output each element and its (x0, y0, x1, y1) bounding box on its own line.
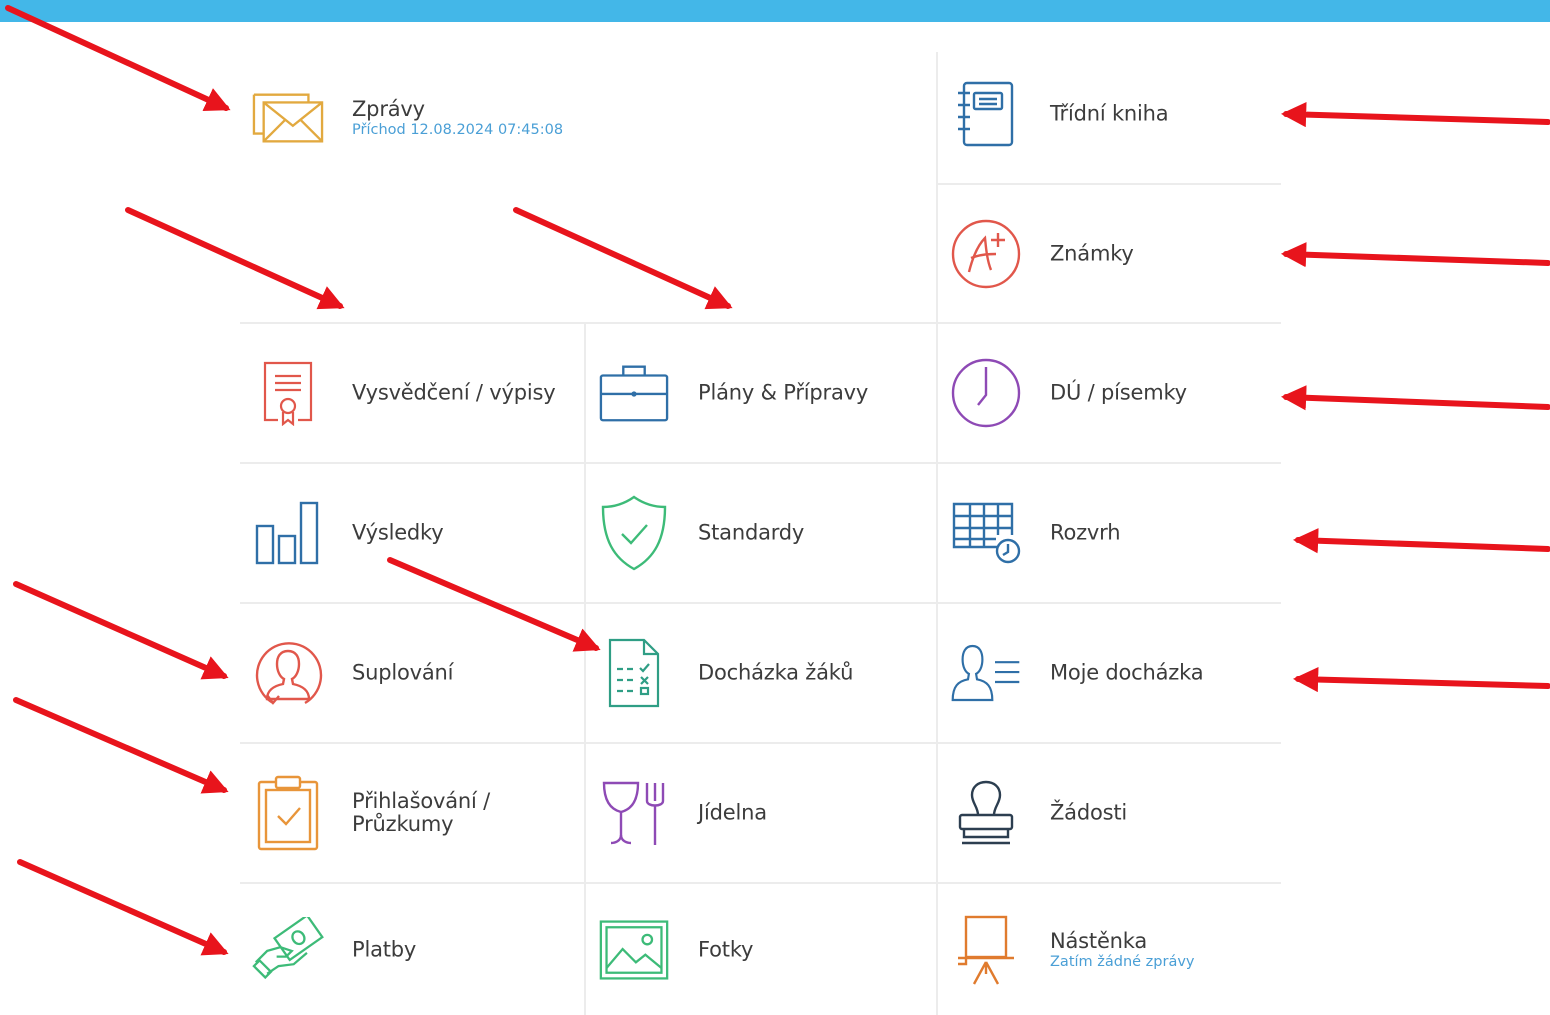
arrow (513, 207, 733, 310)
top-bar (0, 0, 1550, 22)
grade-a-plus-icon (950, 214, 1022, 294)
board-status: Zatím žádné zprávy (1050, 953, 1195, 970)
bar-chart-icon (252, 493, 324, 573)
timetable-icon (950, 493, 1022, 573)
arrow (1292, 528, 1550, 554)
tile-zadosti[interactable]: Žádosti (938, 744, 1281, 882)
tile-label-line2: Průzkumy (352, 812, 454, 836)
arrow (17, 859, 229, 956)
easel-board-icon (950, 910, 1022, 990)
tile-zpravy[interactable]: Zprávy Příchod 12.08.2024 07:45:08 (240, 48, 840, 188)
tile-plany[interactable]: Plány & Přípravy (586, 324, 936, 462)
tile-label: Platby (352, 936, 417, 961)
tile-label: Standardy (698, 520, 805, 545)
tile-label: Fotky (698, 936, 754, 961)
tile-platby[interactable]: Platby (240, 884, 584, 1015)
tile-label: Plány & Přípravy (698, 380, 869, 405)
tile-label: Žádosti (1050, 800, 1128, 825)
tile-label-line1: Přihlašování / (352, 788, 490, 813)
tile-suplovani[interactable]: Suplování (240, 604, 584, 742)
tile-prihlasovani[interactable]: Přihlašování / Průzkumy (240, 744, 584, 882)
attendance-sheet-icon (598, 633, 670, 713)
envelope-icon (252, 78, 324, 158)
glass-fork-icon (598, 773, 670, 853)
tile-label: Zprávy (352, 96, 425, 121)
tile-label: Výsledky (352, 520, 444, 545)
arrow (13, 581, 229, 680)
tile-label: Docházka žáků (698, 660, 854, 685)
tile-jidelna[interactable]: Jídelna (586, 744, 936, 882)
tile-tridni-kniha[interactable]: Třídní kniha (938, 45, 1281, 183)
arrow (5, 5, 231, 112)
arrival-time: Příchod 12.08.2024 07:45:08 (352, 122, 564, 139)
tile-dochazka-zaku[interactable]: Docházka žáků (586, 604, 936, 742)
arrow (1292, 666, 1550, 693)
tile-label: Rozvrh (1050, 520, 1121, 545)
tile-label: Známky (1050, 240, 1134, 265)
tile-vysvedceni[interactable]: Vysvědčení / výpisy (240, 324, 584, 462)
tile-label: Moje docházka (1050, 660, 1204, 685)
tile-rozvrh[interactable]: Rozvrh (938, 464, 1281, 602)
tile-label: Jídelna (698, 800, 767, 825)
person-swap-icon (252, 633, 324, 713)
tile-label: Třídní kniha (1050, 101, 1169, 126)
person-list-icon (950, 633, 1022, 713)
shield-check-icon (598, 493, 670, 573)
certificate-icon (252, 353, 324, 433)
tile-label: DÚ / písemky (1050, 380, 1187, 405)
tile-du[interactable]: DÚ / písemky (938, 324, 1281, 462)
clock-icon (950, 353, 1022, 433)
notebook-icon (950, 74, 1022, 154)
arrow (125, 207, 345, 310)
tile-nastenka[interactable]: Nástěnka Zatím žádné zprávy (938, 884, 1281, 1015)
tile-moje-dochazka[interactable]: Moje docházka (938, 604, 1281, 742)
tile-znamky[interactable]: Známky (938, 185, 1281, 322)
tile-label: Nástěnka (1050, 928, 1148, 953)
tile-label: Vysvědčení / výpisy (352, 380, 556, 405)
arrow (1280, 102, 1550, 128)
arrow (1280, 242, 1550, 268)
arrow (1280, 385, 1550, 411)
tile-vysledky[interactable]: Výsledky (240, 464, 584, 602)
briefcase-icon (598, 353, 670, 433)
tile-label: Suplování (352, 660, 454, 685)
tile-fotky[interactable]: Fotky (586, 884, 936, 1015)
arrow (13, 697, 229, 794)
tile-standardy[interactable]: Standardy (586, 464, 936, 602)
picture-icon (598, 910, 670, 990)
clipboard-check-icon (252, 773, 324, 853)
money-hand-icon (252, 910, 324, 990)
stamp-icon (950, 773, 1022, 853)
